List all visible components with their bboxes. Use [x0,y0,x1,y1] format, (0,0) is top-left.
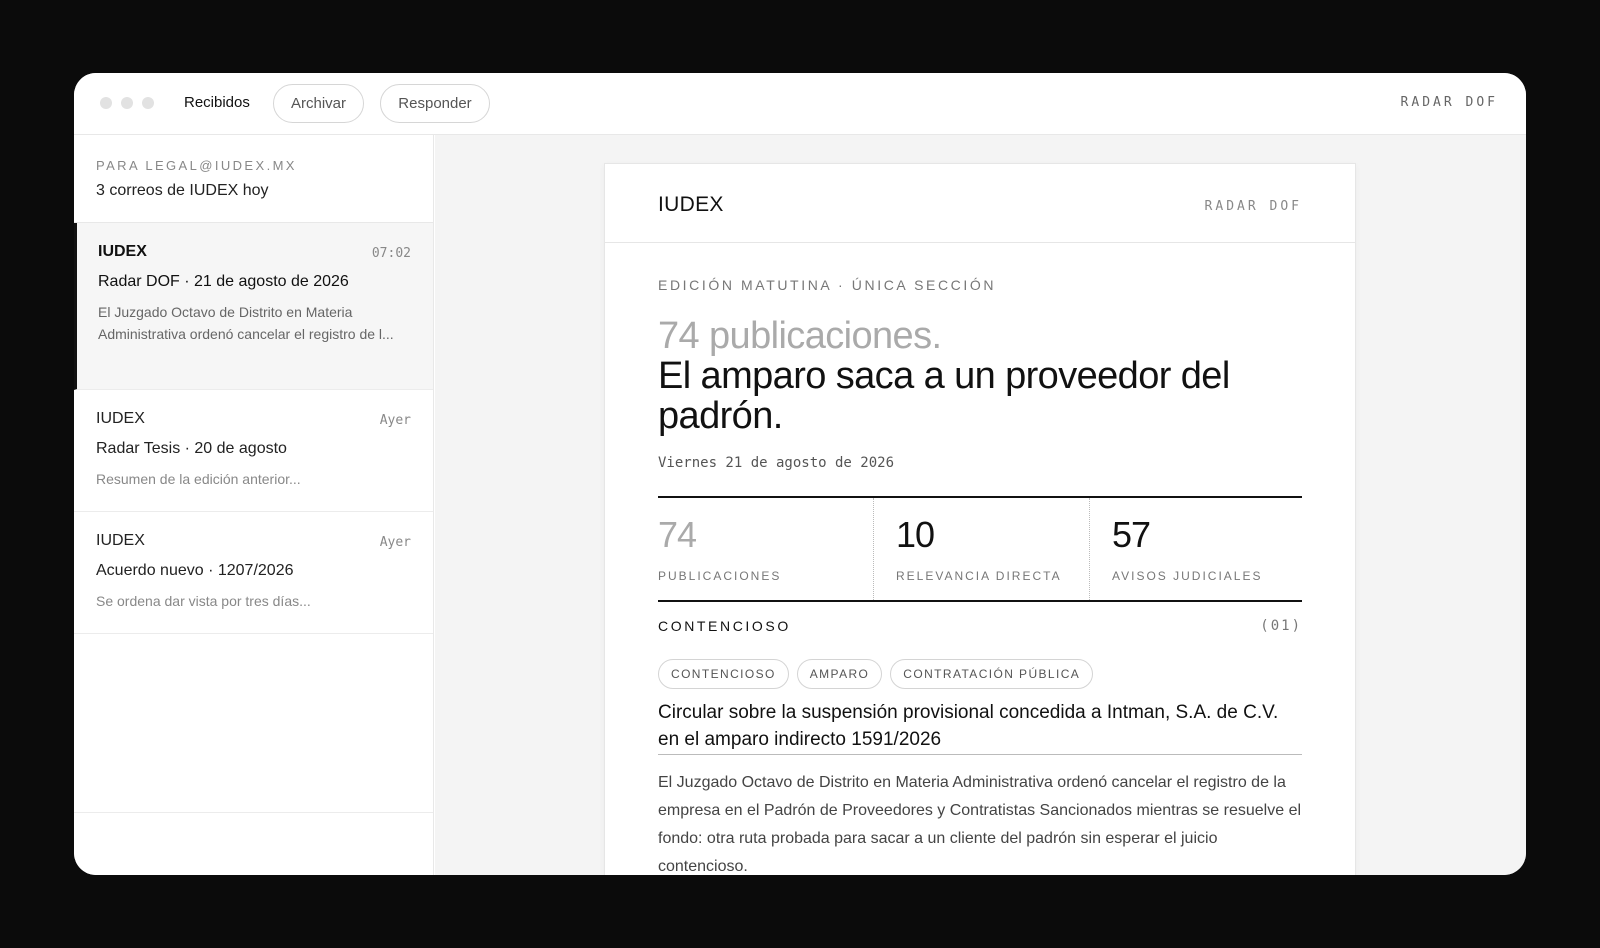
mail-list-item-selected[interactable]: IUDEX 07:02 Radar DOF · 21 de agosto de … [74,223,433,390]
section-number: (01) [1260,618,1302,634]
archive-button[interactable]: Archivar [273,84,364,123]
mail-list-sidebar: PARA LEGAL@IUDEX.MX 3 correos de IUDEX h… [74,135,434,875]
mail-time: Ayer [379,413,411,428]
tag: CONTENCIOSO [658,659,789,689]
mail-sender: IUDEX [98,243,147,260]
mail-time: 07:02 [371,246,411,261]
tag: CONTRATACIÓN PÚBLICA [890,659,1094,689]
stat-publications: 74 PUBLICACIONES [658,498,873,600]
mail-subject: Radar DOF · 21 de agosto de 2026 [98,273,349,290]
stat-value: 10 [896,514,935,555]
edition-date: Viernes 21 de agosto de 2026 [658,455,895,471]
tag: AMPARO [796,659,883,689]
mail-subject: Radar Tesis · 20 de agosto [96,440,287,457]
toolbar-brand: RADAR DOF [1400,95,1498,110]
maximize-window-dot[interactable] [142,97,154,109]
newsletter-header: IUDEX RADAR DOF [605,164,1355,243]
mail-subject: Acuerdo nuevo · 1207/2026 [96,562,294,579]
headline-title: El amparo saca a un proveedor del padrón… [658,355,1230,437]
minimize-window-dot[interactable] [121,97,133,109]
mail-preview: El Juzgado Octavo de Distrito en Materia… [98,304,394,342]
article-title-link[interactable]: Circular sobre la suspensión provisional… [658,699,1302,755]
window-controls [100,97,154,109]
headline-lead: 74 publicaciones. [658,315,942,357]
stat-label: RELEVANCIA DIRECTA [896,569,1062,583]
stat-direct-relevance: 10 RELEVANCIA DIRECTA [873,498,1089,600]
tag-list: CONTENCIOSO AMPARO CONTRATACIÓN PÚBLICA [658,659,1302,689]
section-header: CONTENCIOSO (01) [658,618,1302,640]
mail-window: Recibidos Archivar Responder RADAR DOF P… [74,73,1526,875]
sidebar-footer-divider [74,812,433,813]
newsletter: IUDEX RADAR DOF EDICIÓN MATUTINA · ÚNICA… [604,163,1356,875]
close-window-dot[interactable] [100,97,112,109]
stat-label: AVISOS JUDICIALES [1112,569,1263,583]
mail-list-item[interactable]: IUDEX Ayer Radar Tesis · 20 de agosto Re… [74,390,433,512]
mail-time: Ayer [379,535,411,550]
reading-pane[interactable]: IUDEX RADAR DOF EDICIÓN MATUTINA · ÚNICA… [435,135,1526,875]
mail-preview: Se ordena dar vista por tres días... [96,593,311,609]
sidebar-header: PARA LEGAL@IUDEX.MX 3 correos de IUDEX h… [74,135,433,223]
stat-value: 57 [1112,514,1151,555]
newsletter-body: EDICIÓN MATUTINA · ÚNICA SECCIÓN 74 publ… [605,277,1355,875]
inbox-tab[interactable]: Recibidos [184,94,250,111]
article-body: El Juzgado Octavo de Distrito en Materia… [658,774,1302,875]
mail-sender: IUDEX [96,532,145,549]
stat-value: 74 [658,514,697,555]
reply-button[interactable]: Responder [380,84,490,123]
stats-row: 74 PUBLICACIONES 10 RELEVANCIA DIRECTA 5… [658,496,1302,602]
mail-preview: Resumen de la edición anterior... [96,471,301,487]
newsletter-brand: RADAR DOF [1204,199,1302,214]
mail-list-item[interactable]: IUDEX Ayer Acuerdo nuevo · 1207/2026 Se … [74,512,433,634]
edition-label: EDICIÓN MATUTINA · ÚNICA SECCIÓN [658,277,997,293]
newsletter-logo: IUDEX [658,193,724,216]
mail-sender: IUDEX [96,410,145,427]
section-name: CONTENCIOSO [658,618,791,634]
stat-judicial-notices: 57 AVISOS JUDICIALES [1089,498,1302,600]
recipient-address: PARA LEGAL@IUDEX.MX [96,158,297,173]
stat-label: PUBLICACIONES [658,569,782,583]
mail-count: 3 correos de IUDEX hoy [96,182,269,199]
toolbar: Recibidos Archivar Responder RADAR DOF [74,73,1526,135]
